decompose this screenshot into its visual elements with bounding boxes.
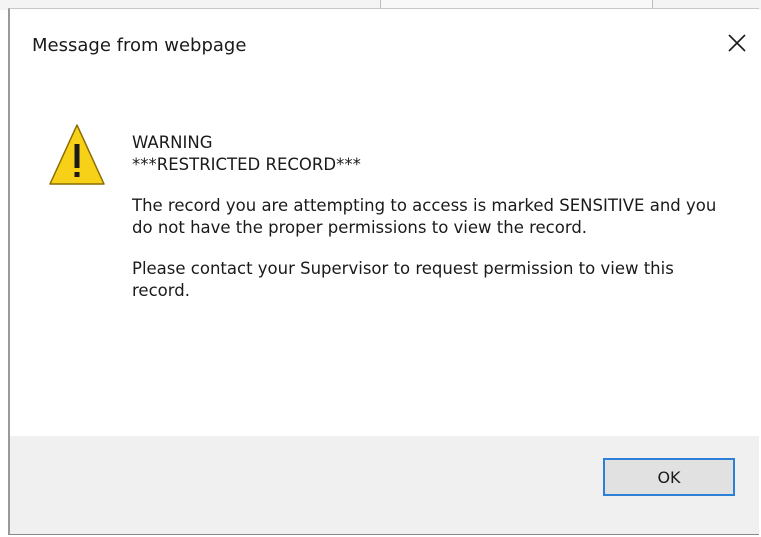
close-icon bbox=[728, 34, 746, 52]
contact-supervisor-message: Please contact your Supervisor to reques… bbox=[132, 259, 674, 300]
dialog-message: WARNING ***RESTRICTED RECORD*** The reco… bbox=[132, 132, 722, 302]
close-button[interactable] bbox=[721, 27, 753, 59]
warning-heading: WARNING bbox=[132, 133, 213, 152]
dialog-titlebar: Message from webpage bbox=[10, 9, 759, 79]
ok-button-label: OK bbox=[657, 467, 681, 487]
message-dialog: Message from webpage WARNING ***RESTRICT… bbox=[8, 8, 759, 535]
restricted-record-heading: ***RESTRICTED RECORD*** bbox=[132, 155, 361, 174]
permission-message: The record you are attempting to access … bbox=[132, 196, 717, 237]
dialog-title: Message from webpage bbox=[32, 35, 247, 56]
ok-button[interactable]: OK bbox=[603, 458, 735, 496]
warning-triangle-icon bbox=[47, 122, 107, 188]
dialog-footer: OK bbox=[10, 436, 759, 534]
